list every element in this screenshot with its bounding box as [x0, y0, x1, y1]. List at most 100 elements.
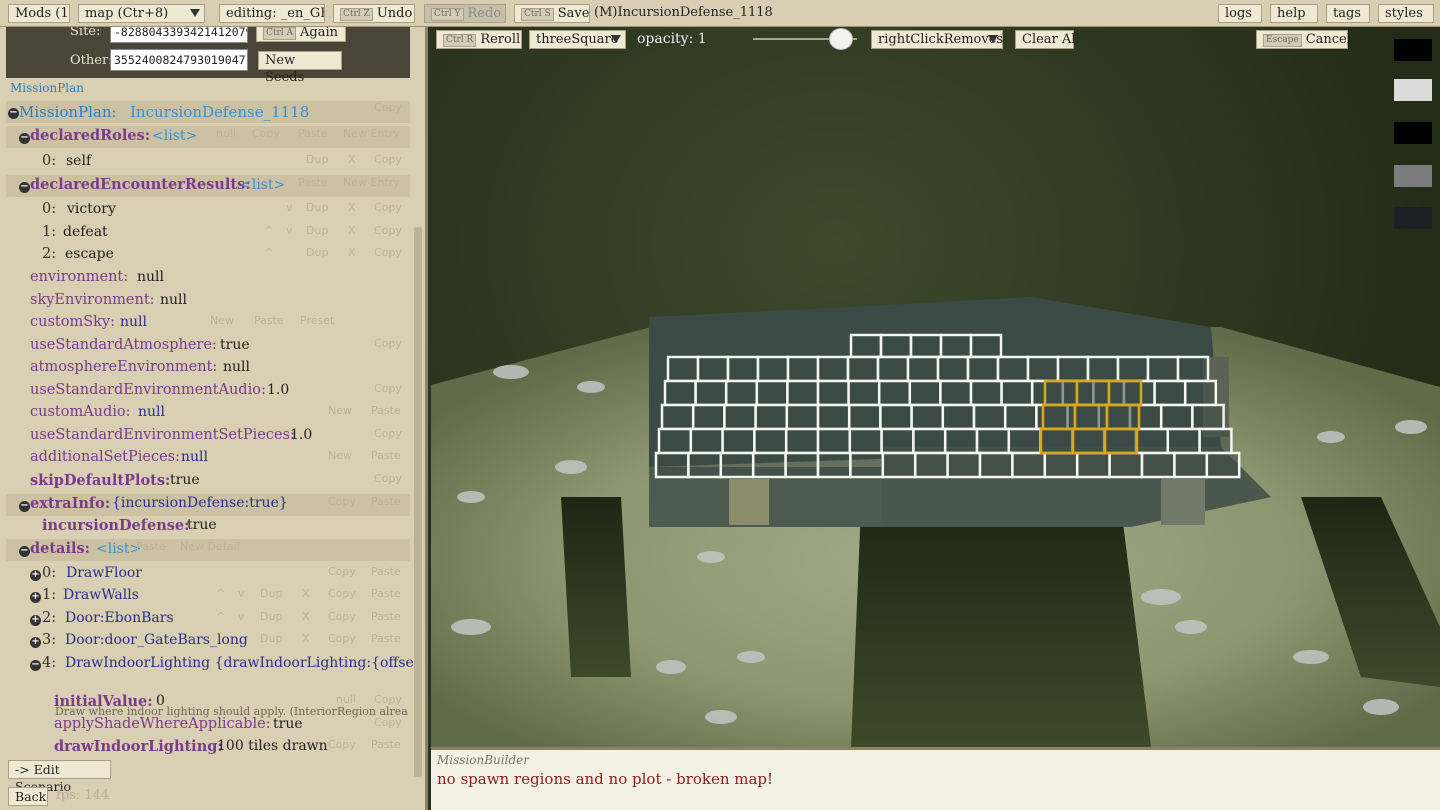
grid-cell[interactable] [786, 355, 820, 383]
grid-cell[interactable] [941, 403, 976, 431]
clear-all-button[interactable]: Clear All [1015, 30, 1080, 49]
grid-cell[interactable] [908, 379, 942, 407]
editing-language-button[interactable]: editing: _en_GB [219, 4, 325, 23]
field-atmosphere-environment[interactable]: atmosphereEnvironment: null [6, 358, 410, 380]
grid-cell[interactable] [1159, 403, 1194, 431]
grid-cell[interactable] [849, 333, 883, 359]
grid-cell[interactable] [816, 403, 851, 431]
grid-cell[interactable] [816, 427, 852, 455]
field-use-standard-atmosphere[interactable]: useStandardAtmosphere: true Copy [6, 336, 410, 358]
grid-cell[interactable] [1183, 379, 1218, 407]
grid-cell[interactable] [910, 403, 945, 431]
grid-cell[interactable] [876, 355, 910, 383]
expand-icon[interactable]: + [30, 570, 41, 581]
grid-cell[interactable] [784, 451, 820, 479]
field-initial-value[interactable]: initialValue: 0 null Copy [6, 692, 410, 714]
grid-cell[interactable] [694, 379, 728, 407]
layer-swatch-texture[interactable] [1394, 79, 1432, 101]
grid-cell[interactable] [696, 355, 730, 383]
grid-cell[interactable] [1007, 427, 1042, 455]
grid-cell[interactable] [1073, 403, 1109, 431]
grid-cell[interactable] [816, 379, 850, 407]
grid-cell[interactable] [1108, 451, 1144, 479]
grid-cell[interactable] [978, 451, 1014, 479]
layer-swatch-black-2[interactable] [1394, 122, 1432, 144]
grid-cell[interactable] [753, 427, 788, 455]
grid-cell[interactable] [785, 403, 820, 431]
placement-grid[interactable] [654, 333, 1241, 479]
grid-cell[interactable] [879, 403, 913, 431]
field-use-standard-environment-set-pieces[interactable]: useStandardEnvironmentSetPieces: 1.0 Cop… [6, 426, 410, 448]
field-use-standard-environment-audio[interactable]: useStandardEnvironmentAudio: 1.0 Copy [6, 381, 410, 403]
field-environment[interactable]: environment: null [6, 268, 410, 290]
grid-cell[interactable] [660, 403, 695, 431]
grid-cell[interactable] [847, 379, 881, 407]
grid-cell[interactable] [1039, 427, 1075, 455]
save-button[interactable]: Ctrl S Save [514, 4, 590, 23]
field-draw-indoor-lighting[interactable]: drawIndoorLighting: 100 tiles drawn Copy… [6, 737, 410, 759]
grid-cell[interactable] [724, 379, 759, 407]
collapse-icon[interactable]: − [30, 660, 41, 671]
grid-cell[interactable] [1071, 427, 1107, 455]
grid-cell[interactable] [880, 427, 915, 455]
other-seed-input[interactable]: 3552400824793019047 [110, 49, 248, 71]
eye-icon[interactable] [1394, 207, 1432, 229]
collapse-icon[interactable]: − [19, 501, 30, 512]
grid-cell[interactable] [756, 355, 790, 383]
grid-cell[interactable] [1011, 451, 1047, 479]
edit-scenario-button[interactable]: -> Edit Scenario [8, 760, 111, 794]
detail-item-draw-walls[interactable]: + 1: DrawWalls ^ v Dup X Copy Paste [6, 586, 410, 608]
grid-cell[interactable] [691, 403, 726, 431]
grid-cell[interactable] [969, 379, 1003, 407]
grid-cell[interactable] [726, 355, 760, 383]
grid-cell[interactable] [723, 403, 757, 431]
grid-cell[interactable] [1116, 355, 1150, 383]
grid-cell[interactable] [1166, 427, 1201, 455]
logs-button[interactable]: logs [1218, 4, 1262, 23]
grid-cell[interactable] [939, 379, 973, 407]
grid-cell[interactable] [1191, 403, 1225, 431]
grid-cell[interactable] [1134, 427, 1170, 455]
field-custom-audio[interactable]: customAudio: null New Paste [6, 403, 410, 425]
detail-item-door-gatebars[interactable]: + 3: Door:door_GateBars_long Dup X Copy … [6, 631, 410, 653]
grid-cell[interactable] [1043, 379, 1079, 407]
field-apply-shade[interactable]: applyShadeWhereApplicable: true Copy [6, 715, 410, 737]
grid-cell[interactable] [786, 379, 820, 407]
grid-cell[interactable] [912, 427, 947, 455]
grid-cell[interactable] [687, 451, 723, 479]
map-scene[interactable] [431, 27, 1440, 747]
breadcrumb[interactable]: MissionPlan [10, 81, 84, 95]
detail-item-draw-floor[interactable]: + 0: DrawFloor Copy Paste [6, 564, 410, 586]
grid-cell[interactable] [1026, 355, 1060, 383]
grid-cell[interactable] [881, 451, 917, 479]
expand-icon[interactable]: + [30, 615, 41, 626]
grid-cell[interactable] [1003, 403, 1038, 431]
map-select[interactable]: map (Ctr+8) [78, 4, 205, 23]
undo-button[interactable]: Ctrl Z Undo [333, 4, 415, 23]
grid-cell[interactable] [946, 451, 982, 479]
grid-cell[interactable] [1041, 403, 1077, 431]
click-mode-select[interactable]: rightClickRemoves [871, 30, 1003, 49]
field-incursion-defense[interactable]: incursionDefense: true [6, 516, 410, 538]
grid-cell[interactable] [1056, 355, 1090, 383]
grid-cell[interactable] [939, 333, 973, 359]
grid-cell[interactable] [816, 451, 852, 479]
expand-icon[interactable]: + [30, 637, 41, 648]
grid-cell[interactable] [755, 379, 789, 407]
site-seed-input[interactable]: -8288043393421412079 [110, 27, 248, 43]
mods-button[interactable]: Mods (1) [8, 4, 70, 23]
grid-cell[interactable] [972, 403, 1007, 431]
grid-cell[interactable] [1140, 451, 1176, 479]
grid-cell[interactable] [751, 451, 787, 479]
redo-button[interactable]: Ctrl Y Redo [424, 4, 506, 23]
grid-cell[interactable] [975, 427, 1011, 455]
tags-button[interactable]: tags [1326, 4, 1370, 23]
grid-cell[interactable] [784, 427, 820, 455]
grid-cell[interactable] [689, 427, 724, 455]
grid-cell[interactable] [877, 379, 912, 407]
grid-cell[interactable] [966, 355, 1000, 383]
collapse-icon[interactable]: − [19, 133, 30, 144]
cancel-button[interactable]: Escape Cancel [1256, 30, 1351, 49]
collapse-icon[interactable]: − [19, 546, 30, 557]
styles-button[interactable]: styles [1378, 4, 1434, 23]
